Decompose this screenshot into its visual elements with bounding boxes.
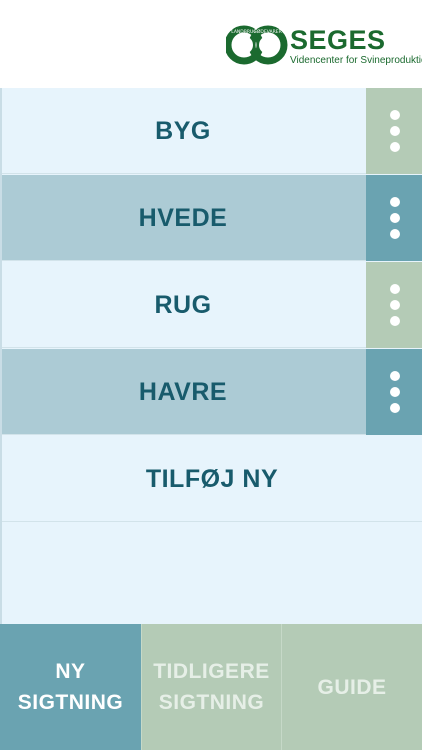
logo-title: SEGES: [290, 25, 386, 55]
seges-logo: LANDBRUG FØDEVARER SEGES Videncenter for…: [226, 22, 422, 70]
crop-label[interactable]: HVEDE: [2, 175, 364, 261]
more-vertical-icon: [390, 126, 400, 136]
crop-label[interactable]: HAVRE: [2, 349, 364, 435]
app-header: LANDBRUG FØDEVARER SEGES Videncenter for…: [0, 0, 422, 88]
tab-ny-sigtning[interactable]: NY SIGTNING: [0, 624, 141, 750]
logo-rings-icon: LANDBRUG FØDEVARER: [226, 25, 288, 65]
more-vertical-icon: [390, 403, 400, 413]
more-vertical-icon: [390, 229, 400, 239]
logo-subtitle: Videncenter for Svineproduktion: [290, 55, 422, 66]
logo-ring-text-right: FØDEVARER: [254, 28, 281, 35]
add-new-label[interactable]: TILFØJ NY: [2, 436, 422, 522]
crop-label[interactable]: RUG: [2, 262, 364, 348]
crop-row-rug: RUG: [2, 262, 422, 348]
add-new-row[interactable]: TILFØJ NY: [2, 436, 422, 522]
crop-menu-button[interactable]: [366, 262, 422, 348]
crop-label[interactable]: BYG: [2, 88, 364, 174]
crop-row-hvede: HVEDE: [2, 175, 422, 261]
crop-menu-button[interactable]: [366, 88, 422, 174]
more-vertical-icon: [390, 284, 400, 294]
crop-menu-button[interactable]: [366, 175, 422, 261]
crop-row-byg: BYG: [2, 88, 422, 174]
tab-guide[interactable]: GUIDE: [281, 624, 422, 750]
more-vertical-icon: [390, 213, 400, 223]
more-vertical-icon: [390, 387, 400, 397]
more-vertical-icon: [390, 316, 400, 326]
crop-list: BYG HVEDE RUG HAVRE TILFØJ NY: [0, 88, 422, 624]
crop-row-havre: HAVRE: [2, 349, 422, 435]
crop-menu-button[interactable]: [366, 349, 422, 435]
tab-tidligere-sigtning[interactable]: TIDLIGERE SIGTNING: [141, 624, 281, 750]
more-vertical-icon: [390, 300, 400, 310]
more-vertical-icon: [390, 110, 400, 120]
more-vertical-icon: [390, 197, 400, 207]
more-vertical-icon: [390, 371, 400, 381]
bottom-tab-bar: NY SIGTNING TIDLIGERE SIGTNING GUIDE: [0, 624, 422, 750]
more-vertical-icon: [390, 142, 400, 152]
